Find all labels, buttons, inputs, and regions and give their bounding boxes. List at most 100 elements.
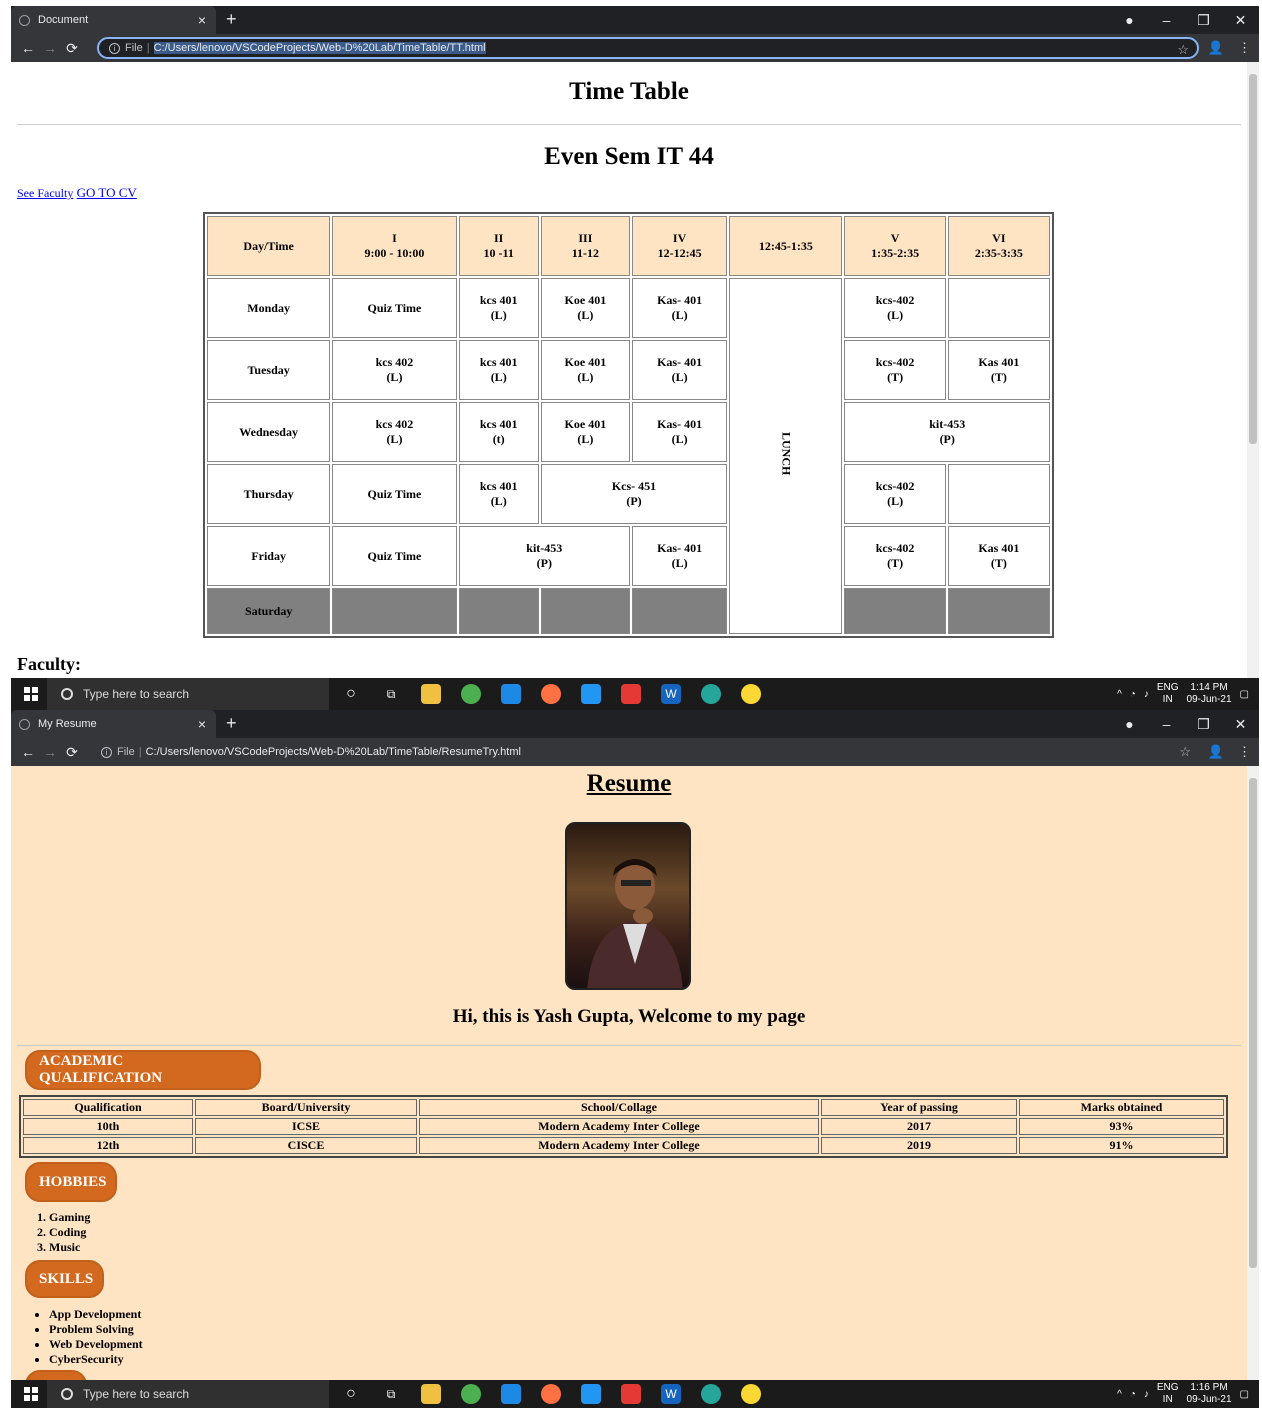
clock[interactable]: 1:14 PM 09-Jun-21 (1187, 682, 1232, 706)
class-cell: Kas- 401 (L) (631, 278, 728, 338)
menu-dots-icon[interactable]: ⋮ (1238, 744, 1251, 760)
star-icon[interactable]: ☆ (1179, 744, 1191, 760)
menu-dots-icon[interactable]: ⋮ (1238, 40, 1251, 56)
store-icon[interactable] (501, 1384, 521, 1404)
taskbar-search[interactable]: Type here to search (47, 678, 329, 710)
back-arrow-icon[interactable]: ← (17, 40, 39, 56)
word-icon[interactable]: W (661, 1384, 681, 1404)
scrollbar[interactable] (1247, 766, 1259, 1382)
new-tab-plus-icon[interactable]: + (226, 710, 237, 738)
day-cell: Tuesday (207, 340, 331, 400)
greeting: Hi, this is Yash Gupta, Welcome to my pa… (452, 1006, 806, 1027)
network-icon[interactable]: ◔ (1130, 1389, 1136, 1400)
close-icon[interactable]: × (198, 716, 206, 732)
address-bar[interactable]: i File | C:/Users/lenovo/VSCodeProjects/… (91, 741, 1199, 763)
chevron-up-icon[interactable]: ^ (1117, 689, 1122, 700)
see-faculty-link[interactable]: See Faculty (17, 186, 73, 200)
maximize-icon[interactable]: ❐ (1185, 716, 1222, 733)
globe-icon (19, 718, 30, 730)
table-row-wednesday: Wednesday kcs 402 (L) kcs 401 (t) Koe 401(… (207, 402, 1050, 462)
figma-icon[interactable] (621, 684, 641, 704)
table-cell: ICSE (195, 1118, 417, 1135)
taskbar-search[interactable]: Type here to search (47, 1380, 329, 1408)
new-tab-plus-icon[interactable]: + (226, 6, 237, 34)
profile-dot-icon[interactable]: ● (1111, 12, 1148, 28)
scrollbar[interactable] (1247, 62, 1259, 678)
tab-document[interactable]: Document × (11, 6, 216, 34)
star-icon[interactable]: ☆ (1177, 42, 1189, 58)
scroll-thumb[interactable] (1249, 778, 1257, 1268)
header-cell: V 1:35-2:35 (844, 216, 946, 276)
forward-arrow-icon[interactable]: → (39, 744, 61, 760)
edge-icon[interactable] (701, 684, 721, 704)
address-bar[interactable]: i File | C:/Users/lenovo/VSCodeProjects/… (97, 37, 1199, 59)
chrome-icon[interactable] (461, 684, 481, 704)
notification-icon[interactable]: ▢ (1240, 1389, 1249, 1400)
empty-cell (947, 278, 1050, 338)
account-icon[interactable]: 👤 (1208, 40, 1224, 56)
windows-start-icon[interactable] (24, 1387, 38, 1401)
file-explorer-icon[interactable] (421, 1384, 441, 1404)
network-icon[interactable]: ◔ (1130, 689, 1136, 700)
class-cell: Koe 401 (L) (540, 278, 630, 338)
store-icon[interactable] (501, 684, 521, 704)
volume-icon[interactable]: ♪ (1144, 1389, 1149, 1400)
forward-arrow-icon[interactable]: → (39, 40, 61, 56)
vscode-icon[interactable] (581, 1384, 601, 1404)
volume-icon[interactable]: ♪ (1144, 689, 1149, 700)
url-text[interactable]: C:/Users/lenovo/VSCodeProjects/Web-D%20L… (153, 42, 486, 54)
nav-links: See Faculty GO TO CV (17, 185, 1247, 201)
scroll-thumb[interactable] (1249, 74, 1257, 444)
minimize-icon[interactable]: – (1148, 716, 1185, 732)
edge-icon[interactable] (701, 1384, 721, 1404)
language-indicator[interactable]: ENG IN (1157, 682, 1179, 706)
header-cell: Qualification (23, 1099, 193, 1116)
reload-icon[interactable]: ⟳ (61, 744, 83, 761)
chrome-canary-icon[interactable] (741, 684, 761, 704)
cortana-icon[interactable]: ○ (341, 1384, 361, 1404)
search-icon (61, 688, 73, 700)
browser-toolbar: ← → ⟳ i File | C:/Users/lenovo/VSCodePro… (11, 34, 1259, 62)
task-view-icon[interactable]: ⧉ (381, 1384, 401, 1404)
clock[interactable]: 1:16 PM 09-Jun-21 (1187, 1382, 1232, 1406)
empty-cell (947, 464, 1050, 524)
file-explorer-icon[interactable] (421, 684, 441, 704)
chrome-icon[interactable] (461, 1384, 481, 1404)
lunch-cell: LUNCH (729, 278, 843, 634)
cortana-icon[interactable]: ○ (341, 684, 361, 704)
close-window-icon[interactable]: ✕ (1222, 716, 1259, 733)
list-item: CyberSecurity (49, 1352, 143, 1367)
language-indicator[interactable]: ENG IN (1157, 1382, 1179, 1406)
minimize-icon[interactable]: – (1148, 12, 1185, 28)
url-text[interactable]: C:/Users/lenovo/VSCodeProjects/Web-D%20L… (146, 746, 521, 758)
back-arrow-icon[interactable]: ← (17, 744, 39, 760)
class-cell: kit-453 (P) (844, 402, 1050, 462)
day-cell: Saturday (207, 588, 331, 634)
go-to-cv-link[interactable]: GO TO CV (77, 185, 137, 200)
windows-start-icon[interactable] (24, 687, 38, 701)
firefox-icon[interactable] (541, 684, 561, 704)
info-icon: i (101, 746, 112, 758)
chrome-canary-icon[interactable] (741, 1384, 761, 1404)
close-icon[interactable]: × (198, 12, 206, 28)
vscode-icon[interactable] (581, 684, 601, 704)
table-cell: CISCE (195, 1137, 417, 1154)
task-view-icon[interactable]: ⧉ (381, 684, 401, 704)
word-icon[interactable]: W (661, 684, 681, 704)
chevron-up-icon[interactable]: ^ (1117, 1389, 1122, 1400)
maximize-icon[interactable]: ❐ (1185, 12, 1222, 29)
skills-list: App Development Problem Solving Web Deve… (49, 1307, 143, 1367)
figma-icon[interactable] (621, 1384, 641, 1404)
firefox-icon[interactable] (541, 1384, 561, 1404)
tab-title: My Resume (38, 718, 97, 730)
close-window-icon[interactable]: ✕ (1222, 12, 1259, 29)
profile-dot-icon[interactable]: ● (1111, 716, 1148, 732)
header-cell: Board/University (195, 1099, 417, 1116)
tab-my-resume[interactable]: My Resume × (11, 710, 216, 738)
class-cell: kcs 401 (L) (458, 340, 539, 400)
class-cell: Kcs- 451 (P) (540, 464, 728, 524)
reload-icon[interactable]: ⟳ (61, 40, 83, 57)
notification-icon[interactable]: ▢ (1240, 689, 1249, 700)
search-placeholder: Type here to search (83, 1387, 190, 1401)
account-icon[interactable]: 👤 (1208, 744, 1224, 760)
